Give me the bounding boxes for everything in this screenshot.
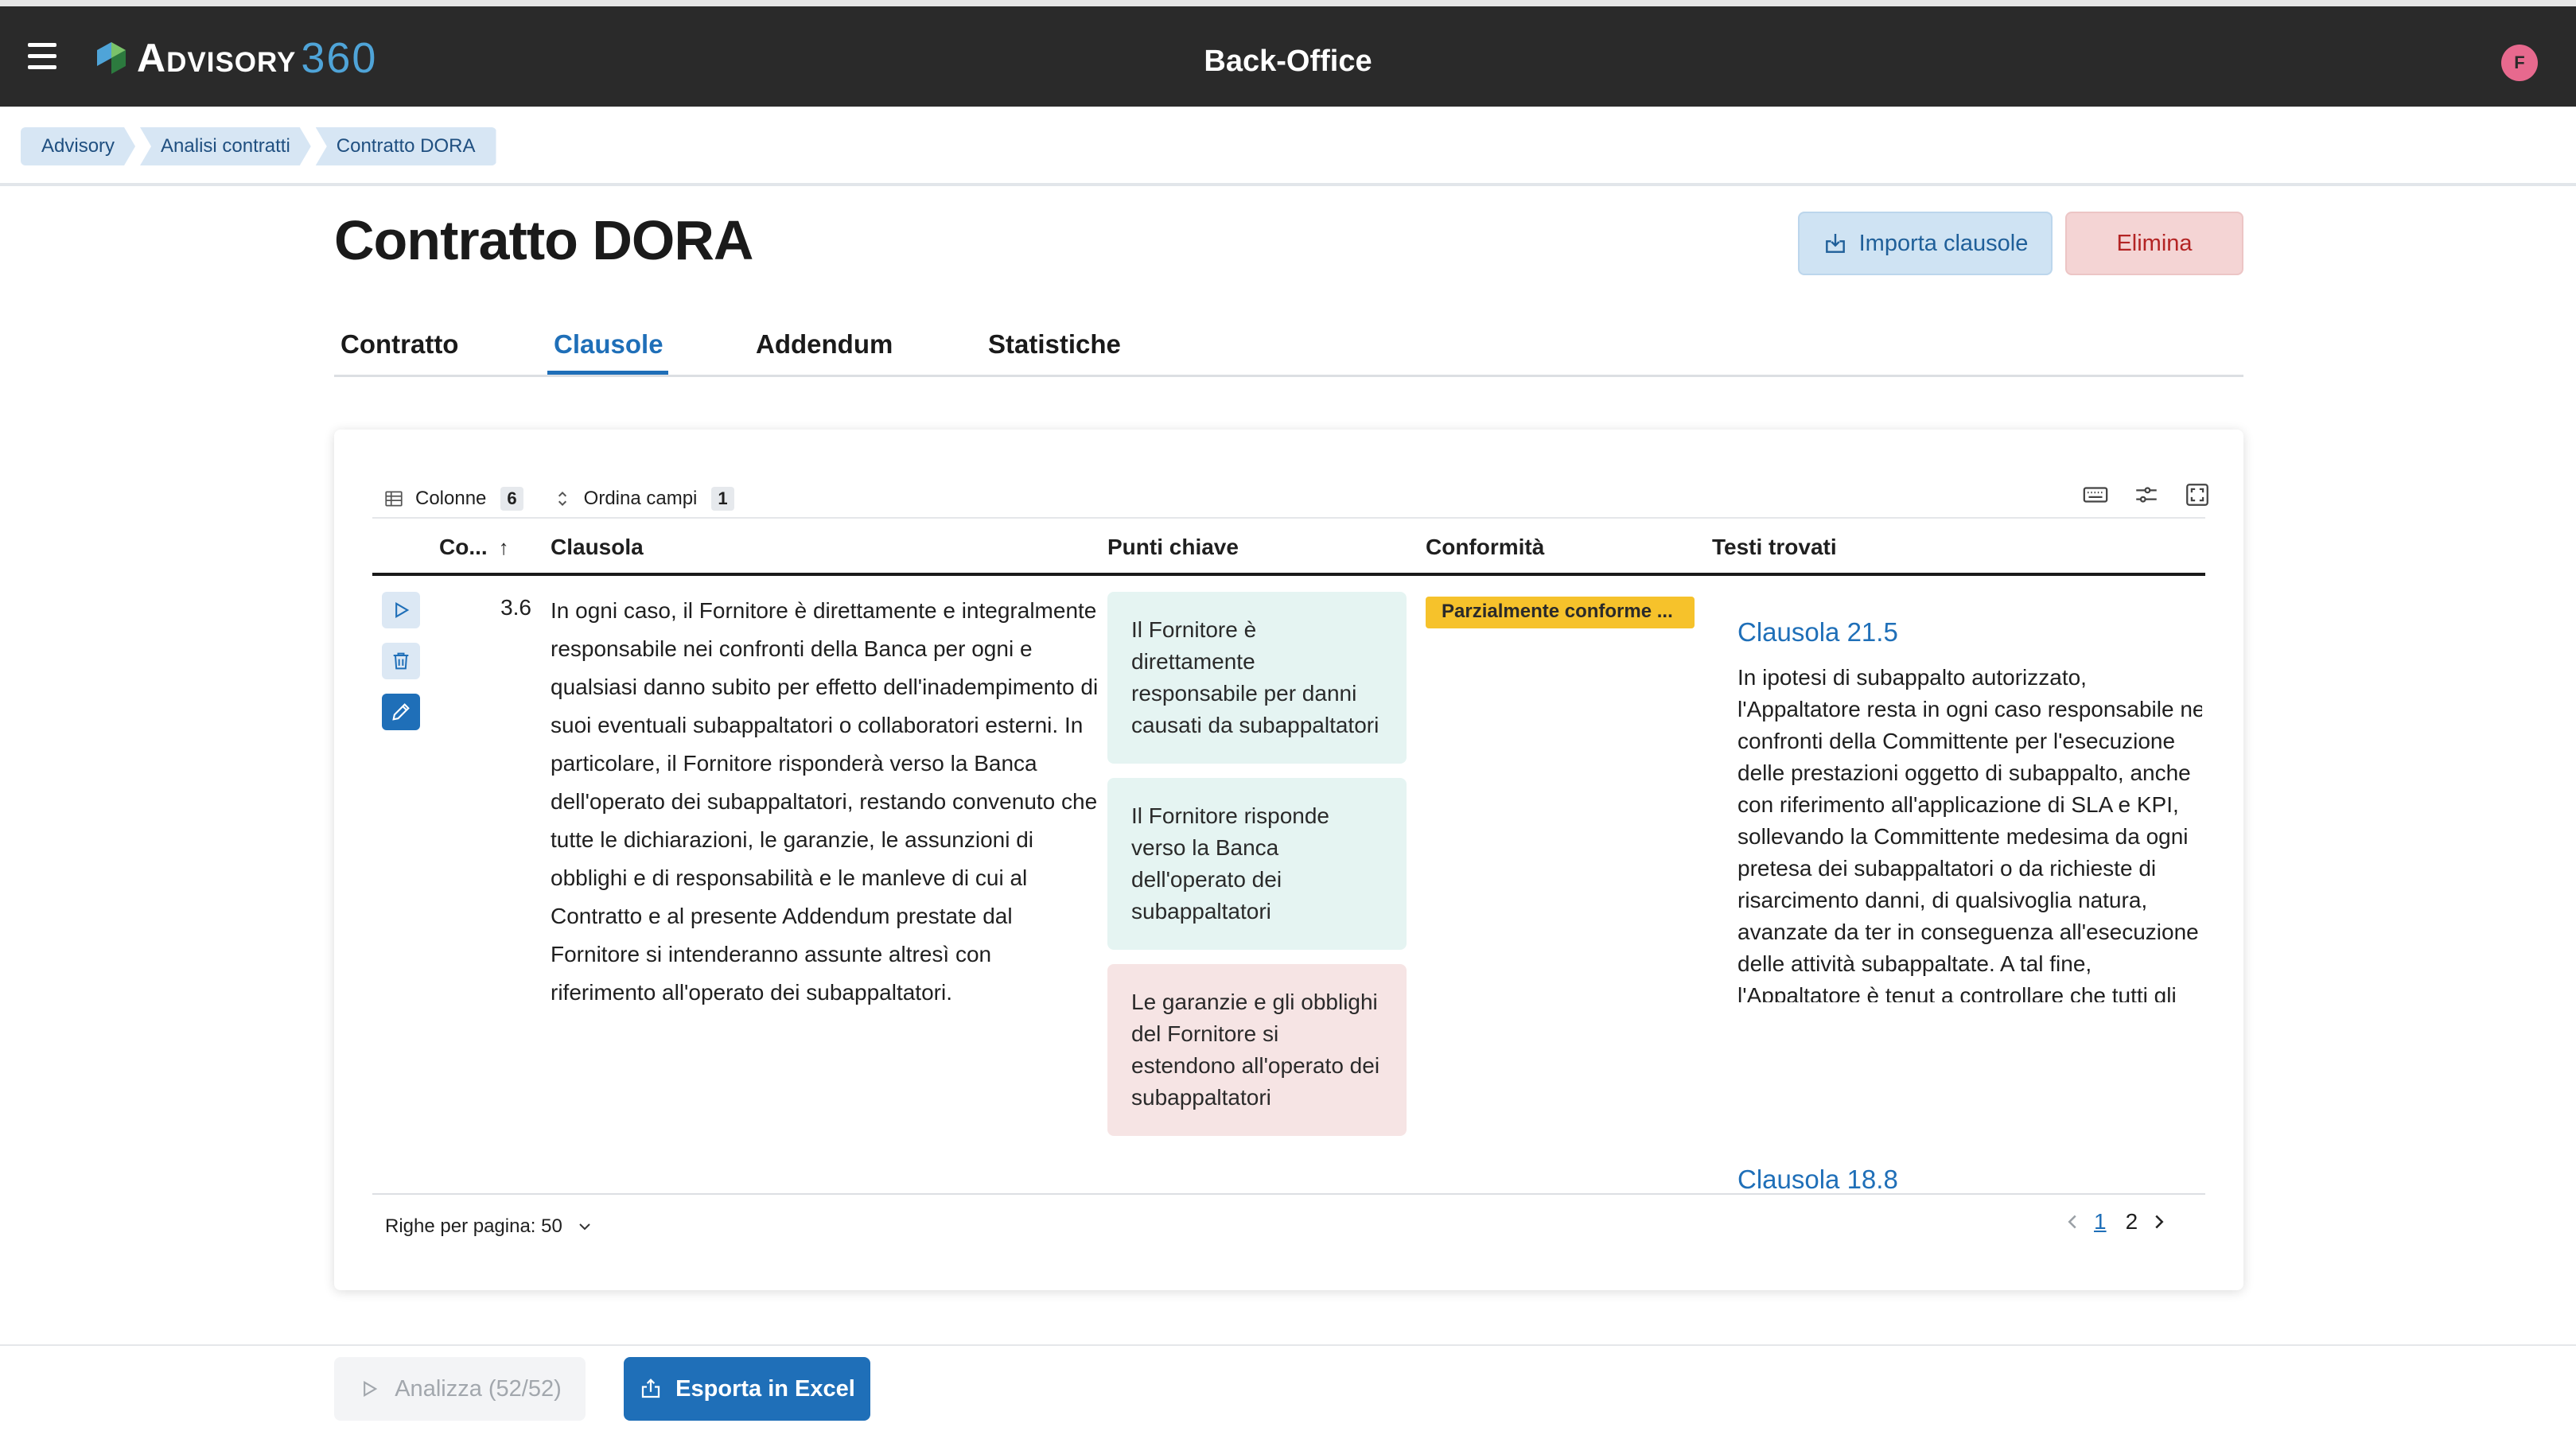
analyze-label: Analizza (52/52) [395,1375,562,1402]
row-actions [382,592,420,745]
found-clause-text: In ipotesi di subappalto autorizzato, l'… [1737,665,2202,1002]
sort-ascending-icon[interactable]: ↑ [499,535,509,559]
clauses-table-card: Colonne 6 Ordina campi 1 Co... ↑ Clausola… [334,430,2243,1290]
sort-fields-label: Ordina campi [583,488,698,509]
top-bar: Advisory 360 Back-Office F [0,0,2576,107]
found-text-block: Clausola 21.5 In ipotesi di subappalto a… [1737,617,2202,1002]
found-clause-link[interactable]: Clausola 18.8 [1737,1165,1898,1196]
import-clauses-label: Importa clausole [1858,230,2029,256]
breadcrumb-item-advisory[interactable]: Advisory [21,127,135,165]
table-toolbar: Colonne 6 Ordina campi 1 [383,479,763,519]
trash-icon [393,652,409,670]
key-point-item: Le garanzie e gli obblighi del Fornitore… [1107,964,1407,1136]
conformity-badge[interactable]: Parzialmente conforme ... [1426,597,1695,628]
delete-button[interactable]: Elimina [2065,212,2243,275]
play-icon [395,602,410,618]
play-icon [364,1381,378,1397]
page-2-link[interactable]: 2 [2126,1209,2138,1235]
key-point-item: Il Fornitore risponde verso la Banca del… [1107,778,1407,950]
fullscreen-icon[interactable] [2181,479,2213,511]
columns-label: Colonne [415,488,487,509]
chevron-left-icon[interactable] [2060,1210,2084,1234]
columns-icon [385,491,403,507]
tab-bar: Contratto Clausole Addendum Statistiche [334,318,2243,377]
breadcrumb-bar: Advisory Analisi contratti Contratto DOR… [0,107,2576,186]
keyboard-icon[interactable] [2080,479,2111,511]
breadcrumb-item-analisi-contratti[interactable]: Analisi contratti [140,127,311,165]
table-footer-divider [372,1193,2205,1195]
tab-clausole[interactable]: Clausole [554,329,663,360]
pagination: 1 2 [2060,1209,2171,1235]
columns-button[interactable]: Colonne 6 [383,487,523,511]
table-tool-icons [2060,479,2213,511]
key-point-item: Il Fornitore è direttamente responsabile… [1107,592,1407,764]
tab-statistiche[interactable]: Statistiche [988,329,1121,360]
column-header-clause[interactable]: Clausola [551,535,644,560]
pencil-icon [392,703,410,721]
breadcrumb-item-contratto-dora[interactable]: Contratto DORA [315,127,496,165]
clause-text: In ogni caso, il Fornitore è direttament… [551,598,1099,1005]
clear-row-button[interactable] [382,643,420,679]
export-icon [642,1379,660,1398]
clause-code: 3.6 [500,595,531,620]
column-header-key-points[interactable]: Punti chiave [1107,535,1239,560]
sort-icon [558,492,566,506]
page-1-link[interactable]: 1 [2094,1209,2107,1235]
tab-contratto[interactable]: Contratto [340,329,458,360]
app-title: Back-Office [1204,45,1372,78]
analyze-button[interactable]: Analizza (52/52) [334,1357,586,1421]
export-excel-button[interactable]: Esporta in Excel [624,1357,870,1421]
edit-row-button[interactable] [382,694,420,730]
export-excel-label: Esporta in Excel [675,1375,855,1402]
import-clauses-button[interactable]: Importa clausole [1798,212,2053,275]
column-header-code[interactable]: Co... ↑ [439,535,509,560]
run-analysis-button[interactable] [382,592,420,628]
sort-fields-button[interactable]: Ordina campi 1 [552,487,734,511]
rows-per-page-select[interactable]: Righe per pagina: 50 [385,1215,594,1238]
avatar[interactable]: F [2501,45,2538,81]
chevron-down-icon [579,1223,590,1231]
key-points-cell: Il Fornitore è direttamente responsabile… [1107,592,1407,1150]
active-tab-indicator [547,371,668,375]
tab-addendum[interactable]: Addendum [756,329,893,360]
import-icon [1825,234,1845,253]
found-clause-link[interactable]: Clausola 21.5 [1737,617,2202,648]
column-header-conformity[interactable]: Conformità [1426,535,1544,560]
rows-per-page-label: Righe per pagina: 50 [385,1215,562,1237]
columns-count-badge: 6 [500,487,523,511]
bottom-action-bar: Analizza (52/52) Esporta in Excel [0,1344,2576,1435]
sort-count-badge: 1 [711,487,734,511]
column-header-code-label: Co... [439,535,488,559]
chevron-right-icon[interactable] [2147,1210,2171,1234]
breadcrumb: Advisory Analisi contratti Contratto DOR… [21,127,501,165]
filter-settings-icon[interactable] [2130,479,2162,511]
table-header: Co... ↑ Clausola Punti chiave Conformità … [372,517,2205,576]
page-title: Contratto DORA [334,209,753,271]
column-header-found-texts[interactable]: Testi trovati [1712,535,1837,560]
